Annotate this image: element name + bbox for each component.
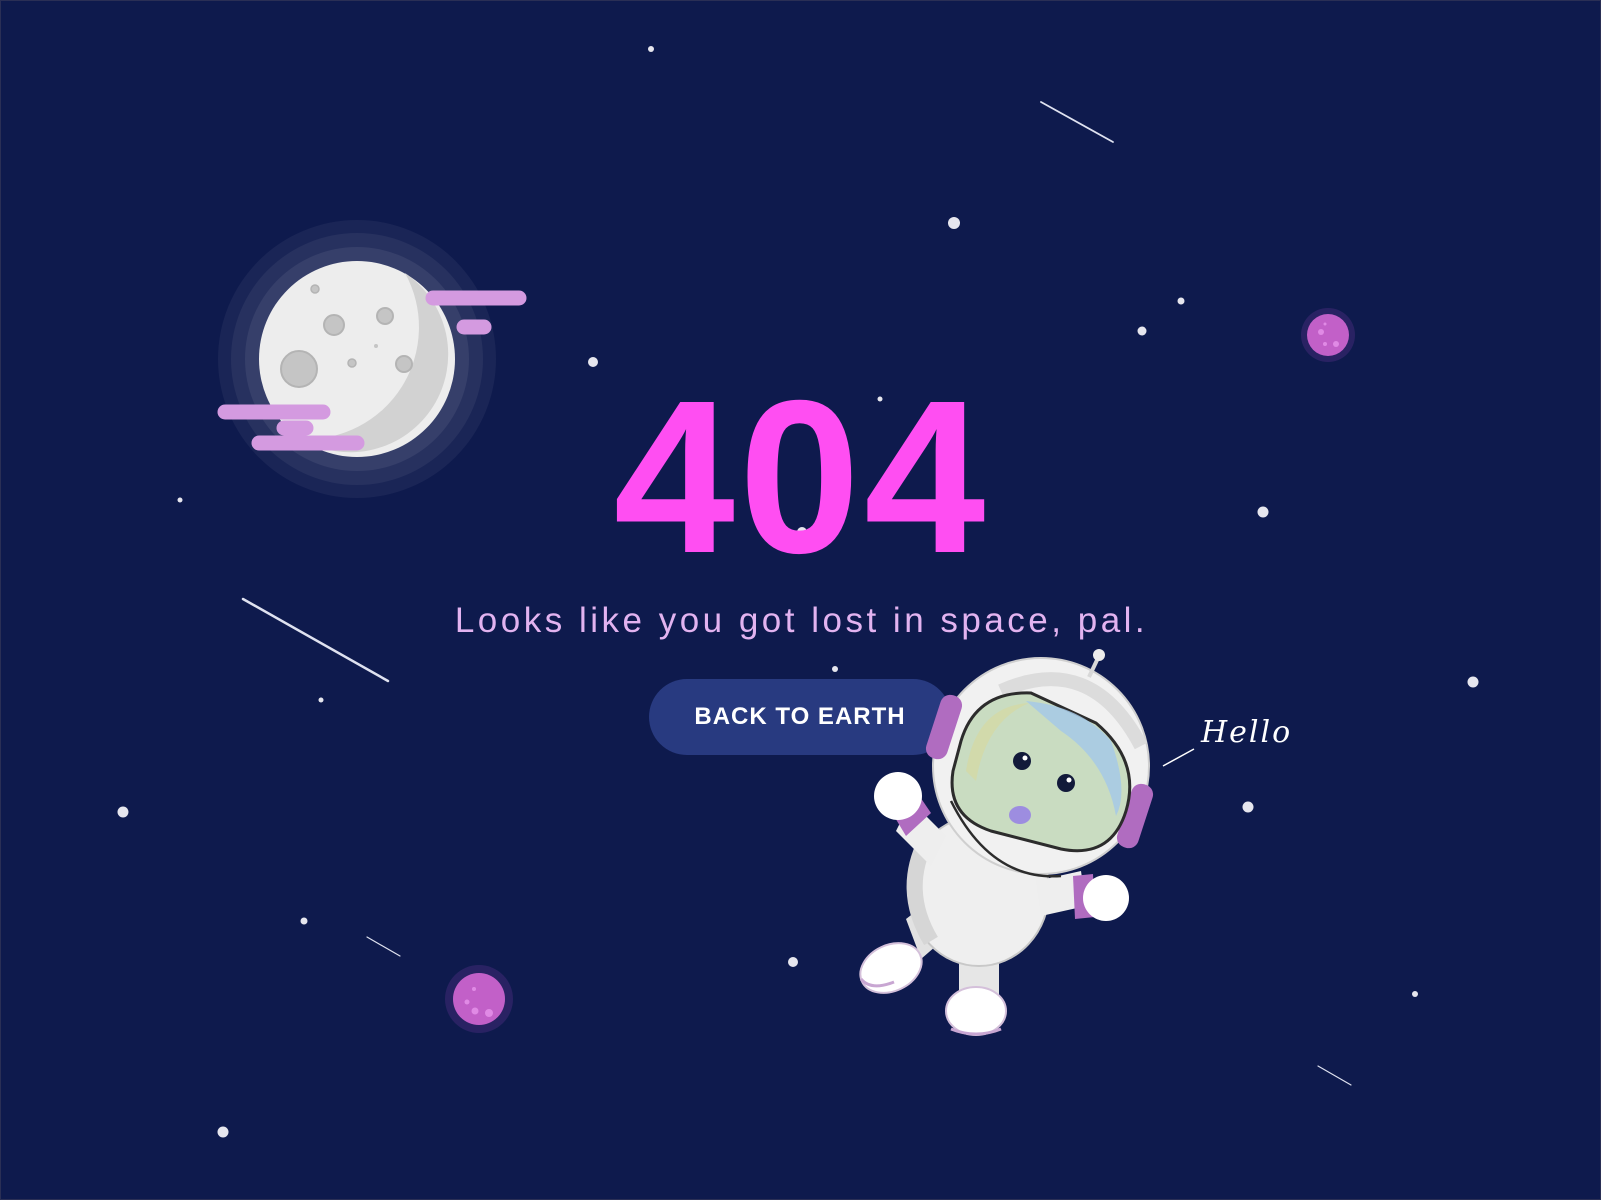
star-icon	[1242, 801, 1254, 813]
shooting-star-icon	[1040, 101, 1114, 143]
astronaut-greeting: Hello	[1201, 715, 1293, 750]
planet-icon	[1301, 308, 1355, 362]
star-icon	[832, 666, 838, 672]
back-to-earth-button[interactable]: BACK TO EARTH	[649, 679, 951, 755]
star-icon	[117, 806, 129, 818]
star-icon	[217, 1126, 229, 1138]
star-icon	[1467, 676, 1479, 688]
star-icon	[948, 217, 960, 229]
star-icon	[1177, 297, 1185, 305]
star-icon	[300, 917, 308, 925]
star-icon	[648, 46, 654, 52]
error-page: 404 Looks like you got lost in space, pa…	[0, 0, 1601, 1200]
star-icon	[1137, 326, 1147, 336]
error-message: Looks like you got lost in space, pal.	[454, 601, 1149, 640]
star-icon	[1412, 991, 1418, 997]
star-icon	[318, 697, 324, 703]
shooting-star-icon	[1317, 1065, 1352, 1086]
planet-icon	[445, 965, 513, 1033]
star-icon	[788, 957, 798, 967]
shooting-star-icon	[366, 936, 401, 957]
star-icon	[588, 357, 598, 367]
error-code-heading: 404	[613, 356, 990, 599]
